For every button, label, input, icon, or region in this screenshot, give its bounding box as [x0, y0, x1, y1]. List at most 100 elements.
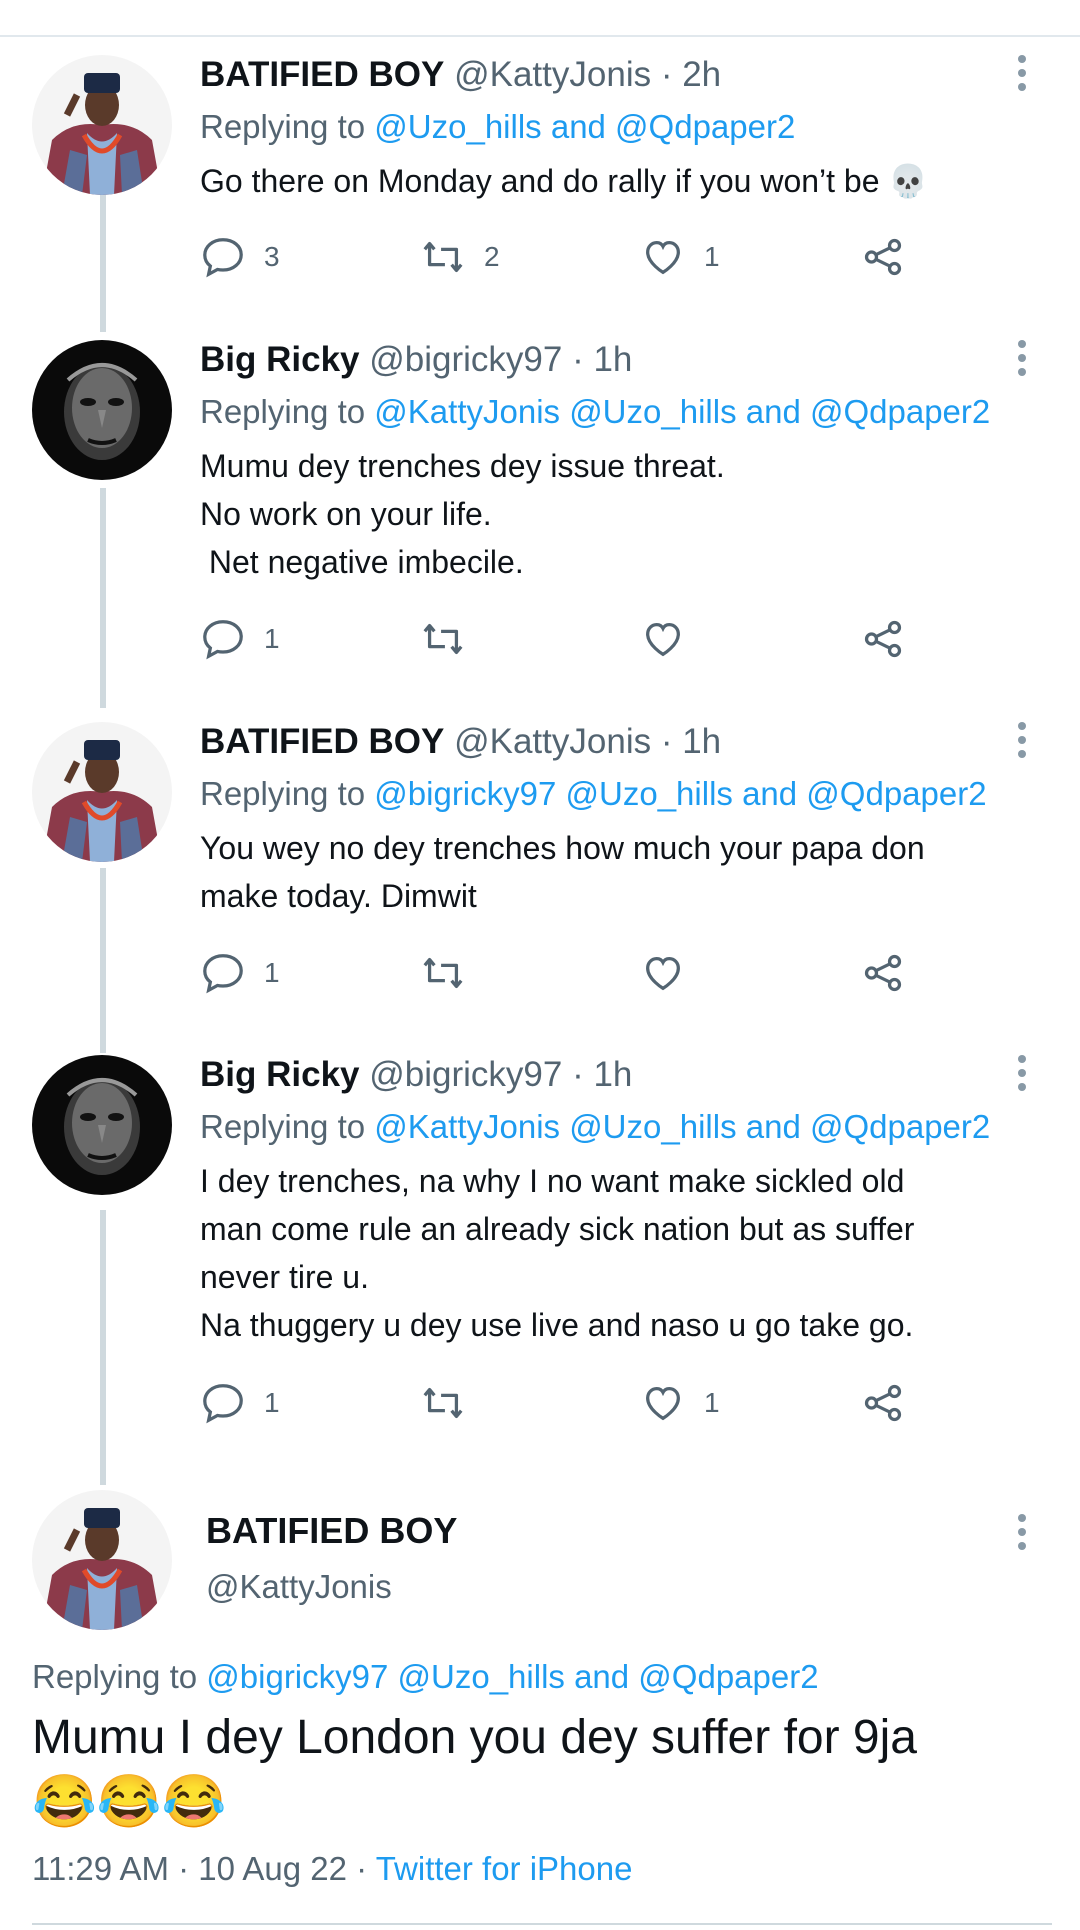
tweet-text: You wey no dey trenches how much your pa… [200, 830, 925, 914]
author-name[interactable]: BATIFIED BOY [200, 722, 444, 761]
share-button[interactable] [860, 1378, 906, 1428]
avatar[interactable] [32, 722, 172, 862]
retweet-icon [423, 623, 463, 655]
replying-to: Replying to @bigricky97 @Uzo_hills and @… [200, 774, 1030, 814]
replying-mentions[interactable]: @KattyJonis @Uzo_hills and @Qdpaper2 [374, 393, 990, 430]
tweet-content: BATIFIED BOY @KattyJonis · 1h Replying t… [200, 722, 1030, 920]
author-handle[interactable]: @bigricky97 [369, 1055, 562, 1094]
replying-mentions[interactable]: @bigricky97 @Uzo_hills and @Qdpaper2 [374, 775, 986, 812]
reply-icon [203, 620, 243, 660]
heart-icon [646, 622, 680, 657]
reply-count: 3 [264, 241, 280, 272]
tweet-content: Big Ricky @bigricky97 · 1h Replying to @… [200, 340, 1030, 586]
tweet-metadata: 11:29 AM · 10 Aug 22 · Twitter for iPhon… [32, 1850, 632, 1888]
like-button[interactable] [640, 948, 686, 998]
retweet-button[interactable] [420, 1378, 466, 1428]
like-button[interactable]: 1 [640, 1378, 720, 1428]
tweet-content: BATIFIED BOY @KattyJonis · 2h Replying t… [200, 55, 1030, 205]
reply-button[interactable]: 1 [200, 614, 280, 664]
replying-label: Replying to [200, 1108, 366, 1145]
author-handle[interactable]: @KattyJonis [454, 55, 651, 94]
retweet-icon [423, 957, 463, 989]
retweet-button[interactable] [420, 614, 466, 664]
replying-mentions[interactable]: @bigricky97 @Uzo_hills and @Qdpaper2 [206, 1658, 818, 1695]
avatar[interactable] [32, 55, 172, 195]
retweet-icon [423, 1387, 463, 1419]
bottom-divider [32, 1923, 1052, 1925]
retweet-button[interactable] [420, 948, 466, 998]
more-options-icon[interactable] [1018, 1514, 1028, 1554]
tweet-time: · 1h [660, 722, 722, 761]
replying-label: Replying to [200, 775, 366, 812]
tweet-header: BATIFIED BOY @KattyJonis · 2h [200, 55, 1030, 95]
heart-icon [646, 240, 680, 275]
top-divider [0, 35, 1080, 37]
tweet-time: · 2h [660, 55, 722, 94]
author-name[interactable]: BATIFIED BOY [206, 1510, 457, 1552]
more-options-icon[interactable] [1018, 1055, 1028, 1095]
heart-icon [646, 956, 680, 991]
monochrome-face-avatar-icon [32, 1055, 172, 1195]
like-button[interactable] [640, 614, 686, 664]
reply-count: 1 [264, 623, 280, 654]
reply-icon [203, 1384, 243, 1424]
monochrome-face-avatar-icon [32, 340, 172, 480]
share-icon [864, 954, 902, 992]
author-handle[interactable]: @KattyJonis [206, 1568, 392, 1606]
reply-button[interactable]: 1 [200, 948, 280, 998]
tweet-actions: 1 [200, 614, 920, 664]
replying-label: Replying to [200, 393, 366, 430]
tweet-header: BATIFIED BOY @KattyJonis · 1h [200, 722, 1030, 762]
thread-line [100, 1210, 106, 1485]
more-options-icon[interactable] [1018, 340, 1028, 380]
tweet-time: · 1h [572, 1055, 633, 1094]
more-options-icon[interactable] [1018, 722, 1028, 762]
share-icon [864, 1384, 902, 1422]
reply-count: 1 [264, 957, 280, 988]
author-handle[interactable]: @KattyJonis [454, 722, 651, 761]
reply-icon [203, 954, 243, 994]
share-button[interactable] [860, 948, 906, 998]
reply-count: 1 [264, 1387, 280, 1418]
more-options-icon[interactable] [1018, 55, 1028, 95]
reply-button[interactable]: 3 [200, 232, 280, 282]
agbada-man-avatar-icon [32, 1490, 172, 1630]
like-count: 1 [704, 1387, 720, 1418]
avatar[interactable] [32, 340, 172, 480]
author-name[interactable]: Big Ricky [200, 340, 360, 379]
author-name[interactable]: Big Ricky [200, 1055, 360, 1094]
replying-to: Replying to @KattyJonis @Uzo_hills and @… [200, 392, 1030, 432]
thread-line [100, 868, 106, 1053]
tweet-emoji: 😂😂😂 [32, 1773, 227, 1831]
tweet-text: Mumu dey trenches dey issue threat. No w… [200, 448, 725, 580]
tweet-actions: 1 1 [200, 1378, 920, 1428]
tweet-time: · 1h [572, 340, 633, 379]
heart-icon [646, 1386, 680, 1421]
share-icon [864, 620, 902, 658]
retweet-button[interactable]: 2 [420, 232, 500, 282]
replying-to: Replying to @Uzo_hills and @Qdpaper2 [200, 107, 1030, 147]
avatar[interactable] [32, 1055, 172, 1195]
tweet-text: Go there on Monday and do rally if you w… [200, 163, 929, 199]
share-icon [864, 238, 902, 276]
agbada-man-avatar-icon [32, 722, 172, 862]
author-handle[interactable]: @bigricky97 [369, 340, 562, 379]
share-button[interactable] [860, 232, 906, 282]
tweet-header: Big Ricky @bigricky97 · 1h [200, 1055, 1030, 1095]
share-button[interactable] [860, 614, 906, 664]
replying-to: Replying to @bigricky97 @Uzo_hills and @… [32, 1658, 819, 1696]
replying-mentions[interactable]: @Uzo_hills and @Qdpaper2 [374, 108, 795, 145]
replying-label: Replying to [32, 1658, 198, 1695]
tweet-actions: 1 [200, 948, 920, 998]
tweet-timestamp: 11:29 AM · 10 Aug 22 · [32, 1850, 376, 1887]
like-count: 1 [704, 241, 720, 272]
reply-button[interactable]: 1 [200, 1378, 280, 1428]
thread-line [100, 172, 106, 332]
avatar[interactable] [32, 1490, 172, 1630]
replying-to: Replying to @KattyJonis @Uzo_hills and @… [200, 1107, 1030, 1147]
tweet-source-link[interactable]: Twitter for iPhone [376, 1850, 633, 1887]
author-name[interactable]: BATIFIED BOY [200, 55, 444, 94]
retweet-count: 2 [484, 241, 500, 272]
like-button[interactable]: 1 [640, 232, 720, 282]
replying-mentions[interactable]: @KattyJonis @Uzo_hills and @Qdpaper2 [374, 1108, 990, 1145]
